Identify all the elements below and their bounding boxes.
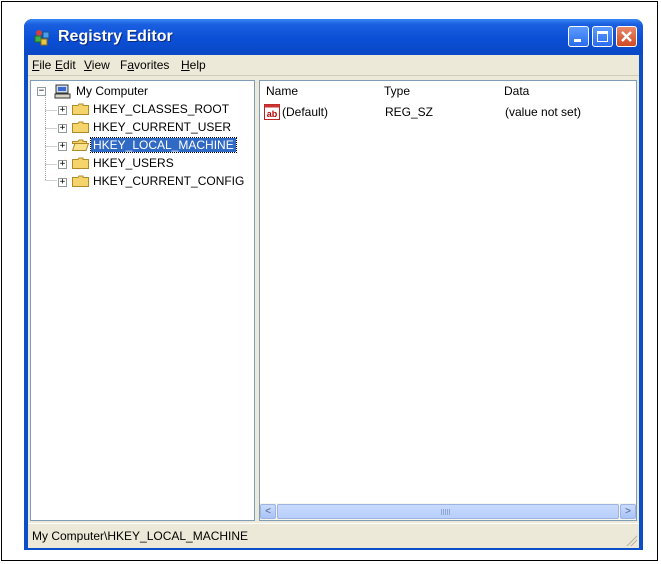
horizontal-scrollbar[interactable]: < >	[260, 503, 636, 520]
client-area: File Edit View Favorites Help − My Compu…	[28, 55, 639, 548]
string-value-icon: ab	[264, 104, 280, 120]
tree-label-selected: HKEY_LOCAL_MACHINE	[90, 137, 237, 153]
folder-icon	[72, 121, 89, 133]
tree-item-hkey-current-user[interactable]: + HKEY_CURRENT_USER	[58, 119, 248, 137]
column-header-name[interactable]: Name	[260, 81, 378, 101]
grip-icon	[441, 509, 451, 515]
expand-icon[interactable]: +	[58, 142, 67, 151]
tree-item-hkey-current-config[interactable]: + HKEY_CURRENT_CONFIG	[58, 173, 248, 191]
status-path: My Computer\HKEY_LOCAL_MACHINE	[32, 529, 249, 543]
svg-text:ab: ab	[267, 109, 278, 119]
registry-values-list[interactable]: Name Type Data ab (Default) REG_SZ (valu…	[259, 80, 637, 521]
folder-open-icon	[72, 139, 89, 151]
expand-icon[interactable]: +	[58, 106, 67, 115]
registry-key-tree[interactable]: − My Computer + HKEY_CLASSES_ROOT + HKEY…	[30, 80, 255, 521]
registry-editor-app-icon	[34, 30, 50, 46]
menu-file[interactable]: File	[32, 58, 51, 72]
minimize-icon	[574, 39, 581, 42]
value-row-default[interactable]: ab (Default) REG_SZ (value not set)	[260, 103, 636, 121]
menu-favorites[interactable]: Favorites	[120, 58, 169, 72]
menu-bar: File Edit View Favorites Help	[28, 55, 639, 76]
chevron-right-icon: >	[625, 506, 631, 517]
close-icon	[621, 31, 632, 42]
resize-grip-icon[interactable]	[625, 534, 637, 546]
tree-label: HKEY_USERS	[93, 156, 174, 170]
tree-item-my-computer[interactable]: − My Computer	[37, 83, 247, 101]
maximize-button[interactable]	[592, 26, 613, 47]
menu-help[interactable]: Help	[181, 58, 206, 72]
maximize-icon	[597, 31, 608, 42]
column-header-data[interactable]: Data	[498, 81, 636, 101]
registry-editor-window: Registry Editor File Edit View Favorites…	[24, 19, 643, 550]
tree-item-hkey-users[interactable]: + HKEY_USERS	[58, 155, 248, 173]
window-title: Registry Editor	[58, 28, 173, 45]
folder-icon	[72, 175, 89, 187]
folder-icon	[72, 103, 89, 115]
status-bar: My Computer\HKEY_LOCAL_MACHINE	[28, 523, 639, 548]
close-button[interactable]	[616, 26, 637, 47]
collapse-icon[interactable]: −	[37, 87, 46, 96]
tree-label: HKEY_CLASSES_ROOT	[93, 102, 230, 116]
column-header-type[interactable]: Type	[378, 81, 498, 101]
value-name: (Default)	[282, 105, 329, 119]
folder-icon	[72, 157, 89, 169]
menu-edit[interactable]: Edit	[55, 58, 76, 72]
expand-icon[interactable]: +	[58, 178, 67, 187]
value-data: (value not set)	[505, 105, 582, 119]
title-bar[interactable]: Registry Editor	[24, 19, 643, 55]
chevron-left-icon: <	[265, 506, 271, 517]
tree-item-hkey-classes-root[interactable]: + HKEY_CLASSES_ROOT	[58, 101, 248, 119]
expand-icon[interactable]: +	[58, 160, 67, 169]
tree-label: My Computer	[76, 84, 149, 98]
tree-item-hkey-local-machine[interactable]: + HKEY_LOCAL_MACHINE	[58, 137, 248, 155]
scrollbar-thumb[interactable]	[277, 504, 619, 519]
minimize-button[interactable]	[568, 26, 589, 47]
expand-icon[interactable]: +	[58, 124, 67, 133]
tree-label: HKEY_CURRENT_USER	[93, 120, 232, 134]
menu-view[interactable]: View	[84, 58, 110, 72]
value-type: REG_SZ	[385, 105, 434, 119]
computer-icon	[54, 84, 71, 99]
tree-label: HKEY_CURRENT_CONFIG	[93, 174, 245, 188]
scroll-right-button[interactable]: >	[620, 504, 636, 519]
scroll-left-button[interactable]: <	[260, 504, 276, 519]
